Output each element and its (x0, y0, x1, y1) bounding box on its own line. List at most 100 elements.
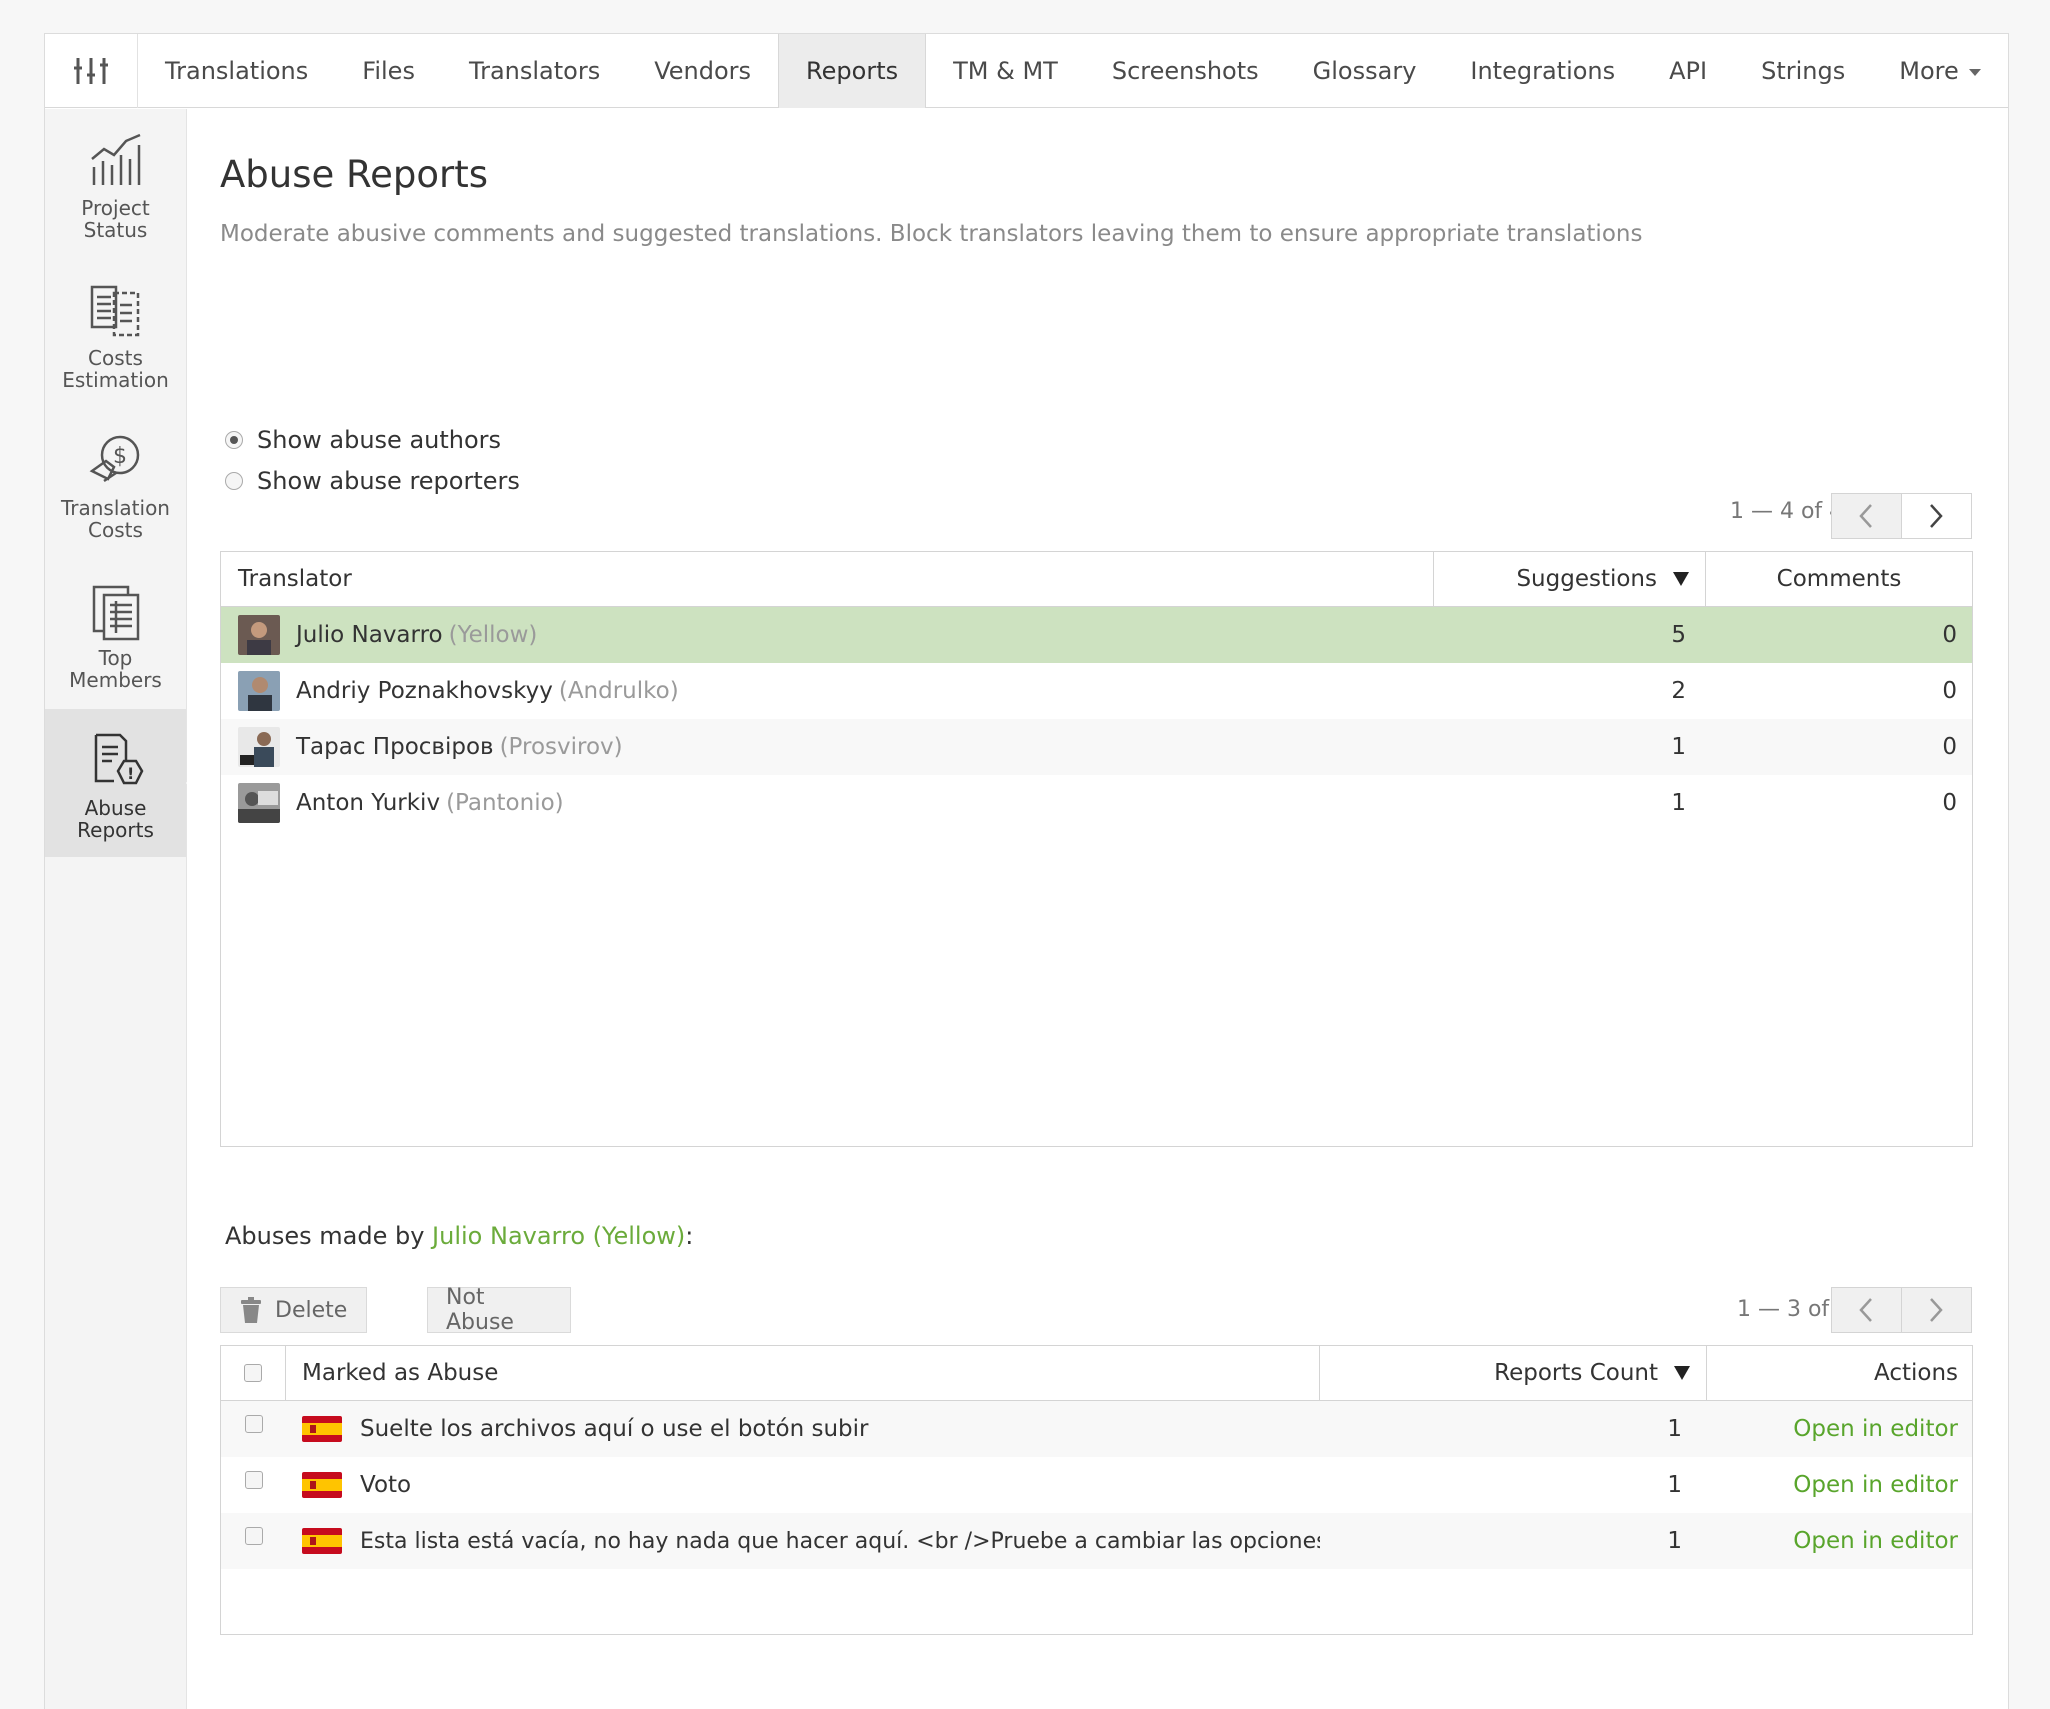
show-authors-option[interactable]: Show abuse authors (225, 426, 501, 454)
table-row[interactable]: Anton Yurkiv (Pantonio) 1 0 (221, 775, 1972, 831)
chevron-left-icon (1859, 504, 1873, 528)
sidebar-item-abuse-reports[interactable]: ! Abuse Reports (45, 709, 198, 857)
column-suggestions[interactable]: Suggestions (1434, 552, 1706, 606)
sidebar-item-label: Project (81, 196, 150, 220)
tab-translations[interactable]: Translations (138, 34, 335, 108)
delete-label: Delete (275, 1297, 348, 1323)
translator-cell: Julio Navarro (Yellow) (221, 615, 1434, 655)
abuses-heading-suffix: : (685, 1222, 694, 1250)
translators-pager-text: 1 — 4 of 4 (1730, 499, 1844, 524)
tab-files[interactable]: Files (335, 34, 442, 108)
abuse-text: Esta lista está vacía, no hay nada que h… (360, 1528, 1320, 1554)
sort-desc-icon (1674, 1366, 1690, 1380)
open-in-editor-link[interactable]: Open in editor (1707, 1528, 1972, 1554)
sidebar-item-label: Status (83, 218, 148, 242)
settings-sliders-button[interactable] (45, 34, 138, 108)
open-in-editor-link[interactable]: Open in editor (1707, 1416, 1972, 1442)
abuses-pager (1831, 1287, 1972, 1333)
row-checkbox[interactable] (244, 1471, 263, 1489)
column-reports-count-label: Reports Count (1494, 1360, 1658, 1386)
app-frame: Translations Files Translators Vendors R… (44, 33, 2009, 1709)
column-actions: Actions (1707, 1346, 1972, 1400)
tab-glossary[interactable]: Glossary (1286, 34, 1444, 108)
abuses-heading-user-link[interactable]: Julio Navarro (Yellow) (432, 1222, 685, 1250)
next-page-button[interactable] (1902, 494, 1972, 538)
column-suggestions-label: Suggestions (1516, 566, 1657, 592)
tab-integrations[interactable]: Integrations (1443, 34, 1642, 108)
tab-screenshots[interactable]: Screenshots (1085, 34, 1286, 108)
table-row[interactable]: Тарас Просвіров (Prosvirov) 1 0 (221, 719, 1972, 775)
radio-reporters-label: Show abuse reporters (257, 467, 520, 495)
prev-page-button[interactable] (1832, 494, 1902, 538)
select-all-checkbox[interactable] (244, 1364, 262, 1382)
abuse-text: Voto (360, 1472, 412, 1498)
tab-api[interactable]: API (1642, 34, 1734, 108)
chevron-right-icon (1930, 1298, 1943, 1322)
column-marked: Marked as Abuse (286, 1346, 1320, 1400)
abuse-text-cell: Voto (286, 1472, 1320, 1498)
sidebar-item-top-members[interactable]: Top Members (45, 559, 186, 707)
tab-reports[interactable]: Reports (778, 34, 927, 108)
abuse-text: Suelte los archivos aquí o use el botón … (360, 1416, 869, 1442)
tab-strings[interactable]: Strings (1734, 34, 1872, 108)
page-subtitle: Moderate abusive comments and suggested … (220, 221, 1643, 247)
delete-button[interactable]: Delete (220, 1287, 367, 1333)
abuses-heading: Abuses made by Julio Navarro (Yellow): (225, 1222, 693, 1250)
show-reporters-option[interactable]: Show abuse reporters (225, 467, 520, 495)
translators-table: Translator Suggestions Comments Julio Na… (220, 551, 1973, 1147)
chevron-down-icon (1968, 68, 1981, 76)
tab-vendors[interactable]: Vendors (627, 34, 778, 108)
translator-nick: (Pantonio) (446, 790, 564, 816)
sidebar-item-translation-costs[interactable]: $ Translation Costs (45, 409, 186, 557)
comments-count: 0 (1942, 678, 1957, 704)
table-row[interactable]: Julio Navarro (Yellow) 5 0 (221, 607, 1972, 663)
money-icon: $ (89, 435, 139, 483)
abuse-text-cell: Suelte los archivos aquí o use el botón … (286, 1416, 1320, 1442)
translator-nick: (Prosvirov) (499, 734, 623, 760)
row-checkbox[interactable] (244, 1527, 263, 1545)
row-select-cell (221, 1401, 286, 1433)
sidebar-item-costs-estimation[interactable]: Costs Estimation (45, 259, 186, 407)
prev-page-button[interactable] (1832, 1288, 1902, 1332)
translator-nick: (Yellow) (448, 622, 538, 648)
reports-count: 1 (1667, 1528, 1682, 1554)
translator-cell: Andriy Poznakhovskyy (Andrulko) (221, 671, 1434, 711)
main-content: Abuse Reports Moderate abusive comments … (187, 109, 2008, 1709)
sidebar-item-project-status[interactable]: Project Status (45, 109, 186, 257)
radio-authors-label: Show abuse authors (257, 426, 502, 454)
translators-pager (1831, 493, 1972, 539)
translator-name: Julio Navarro (296, 622, 443, 648)
sidebar-item-label: Costs (88, 346, 143, 370)
table-row: Esta lista está vacía, no hay nada que h… (221, 1513, 1972, 1569)
translator-cell: Тарас Просвіров (Prosvirov) (221, 727, 1434, 767)
page-title: Abuse Reports (220, 153, 488, 196)
list-icon (92, 585, 139, 641)
not-abuse-label: Not Abuse (446, 1285, 514, 1335)
nav-tabs: Translations Files Translators Vendors R… (138, 34, 2008, 108)
spain-flag-icon (302, 1416, 342, 1442)
avatar (238, 783, 280, 823)
radio-reporters[interactable] (225, 472, 243, 490)
open-in-editor-link[interactable]: Open in editor (1707, 1472, 1972, 1498)
sidebar-item-label: Members (69, 668, 162, 692)
row-checkbox[interactable] (244, 1415, 263, 1433)
abuse-icon: ! (94, 733, 143, 785)
next-page-button[interactable] (1901, 1288, 1971, 1332)
tab-translators[interactable]: Translators (442, 34, 627, 108)
tab-tm-mt[interactable]: TM & MT (926, 34, 1085, 108)
radio-authors[interactable] (225, 431, 243, 449)
column-comments: Comments (1706, 552, 1972, 606)
column-marked-label: Marked as Abuse (302, 1360, 499, 1386)
column-comments-label: Comments (1776, 566, 1902, 592)
not-abuse-button[interactable]: Not Abuse (427, 1285, 571, 1335)
tab-more[interactable]: More (1872, 34, 2008, 108)
row-select-cell (221, 1457, 286, 1489)
suggestions-count: 1 (1671, 734, 1686, 760)
spain-flag-icon (302, 1472, 342, 1498)
column-reports-count[interactable]: Reports Count (1320, 1346, 1707, 1400)
spain-flag-icon (302, 1528, 342, 1554)
table-row[interactable]: Andriy Poznakhovskyy (Andrulko) 2 0 (221, 663, 1972, 719)
table-header: Marked as Abuse Reports Count Actions (221, 1346, 1972, 1401)
select-all-cell (221, 1346, 286, 1400)
suggestions-count: 5 (1671, 622, 1686, 648)
